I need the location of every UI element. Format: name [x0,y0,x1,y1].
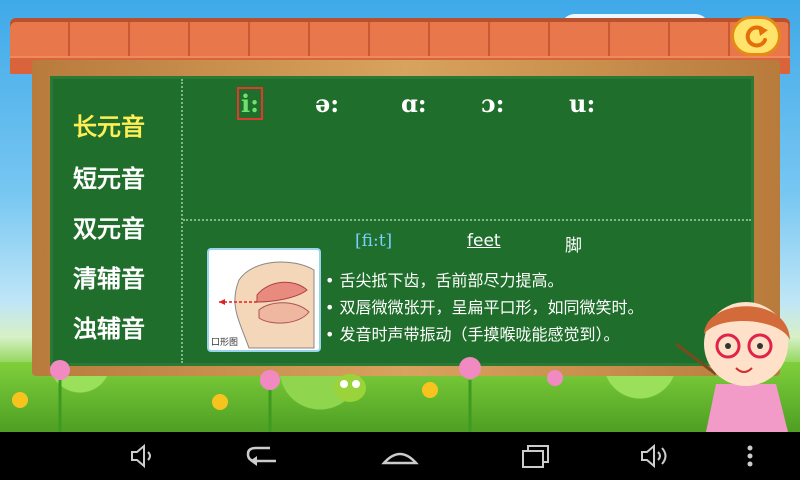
volume-up-icon[interactable] [636,441,676,471]
symbol-u-long[interactable]: u: [569,89,595,118]
home-icon[interactable] [380,441,420,471]
example-phonetic[interactable]: [fi:t] [355,231,392,251]
return-arrow-icon[interactable] [731,16,781,56]
pronunciation-tips: 舌尖抵下齿，舌前部尽力提高。 双唇微微张开，呈扁平口形，如同微笑时。 发音时声带… [325,267,644,348]
volume-down-icon[interactable] [124,441,164,471]
menu-short-vowels[interactable]: 短元音 [73,159,173,194]
symbol-i-long[interactable]: i: [237,87,263,120]
menu-voiced-consonants[interactable]: 浊辅音 [73,309,173,344]
example-word[interactable]: feet [467,231,501,251]
symbol-schwa-long[interactable]: ə: [315,89,339,118]
mouth-shape-diagram[interactable]: 口形图 [207,248,321,352]
back-icon[interactable] [244,441,284,471]
menu-voiceless-consonants[interactable]: 清辅音 [73,259,173,294]
menu-diphthongs[interactable]: 双元音 [73,209,173,244]
android-nav-bar [0,432,800,480]
symbol-a-long[interactable]: ɑ: [401,89,427,118]
menu-long-vowels[interactable]: 长元音 [73,107,173,142]
flowers-decoration [12,357,563,432]
tip-item: 双唇微微张开，呈扁平口形，如同微笑时。 [325,294,644,321]
blackboard: 长元音 短元音 双元音 清辅音 浊辅音 i: ə: ɑ: ɔ: u: [fi:t… [50,76,754,366]
example-meaning: 脚 [565,236,582,256]
menu-icon[interactable] [730,441,770,471]
recent-apps-icon[interactable] [516,441,556,471]
teacher-girl-illustration [676,302,790,432]
tip-item: 舌尖抵下齿，舌前部尽力提高。 [325,267,644,294]
scene: 长元音 短元音 双元音 清辅音 浊辅音 i: ə: ɑ: ɔ: u: [fi:t… [0,0,800,432]
symbol-o-long[interactable]: ɔ: [481,89,504,118]
